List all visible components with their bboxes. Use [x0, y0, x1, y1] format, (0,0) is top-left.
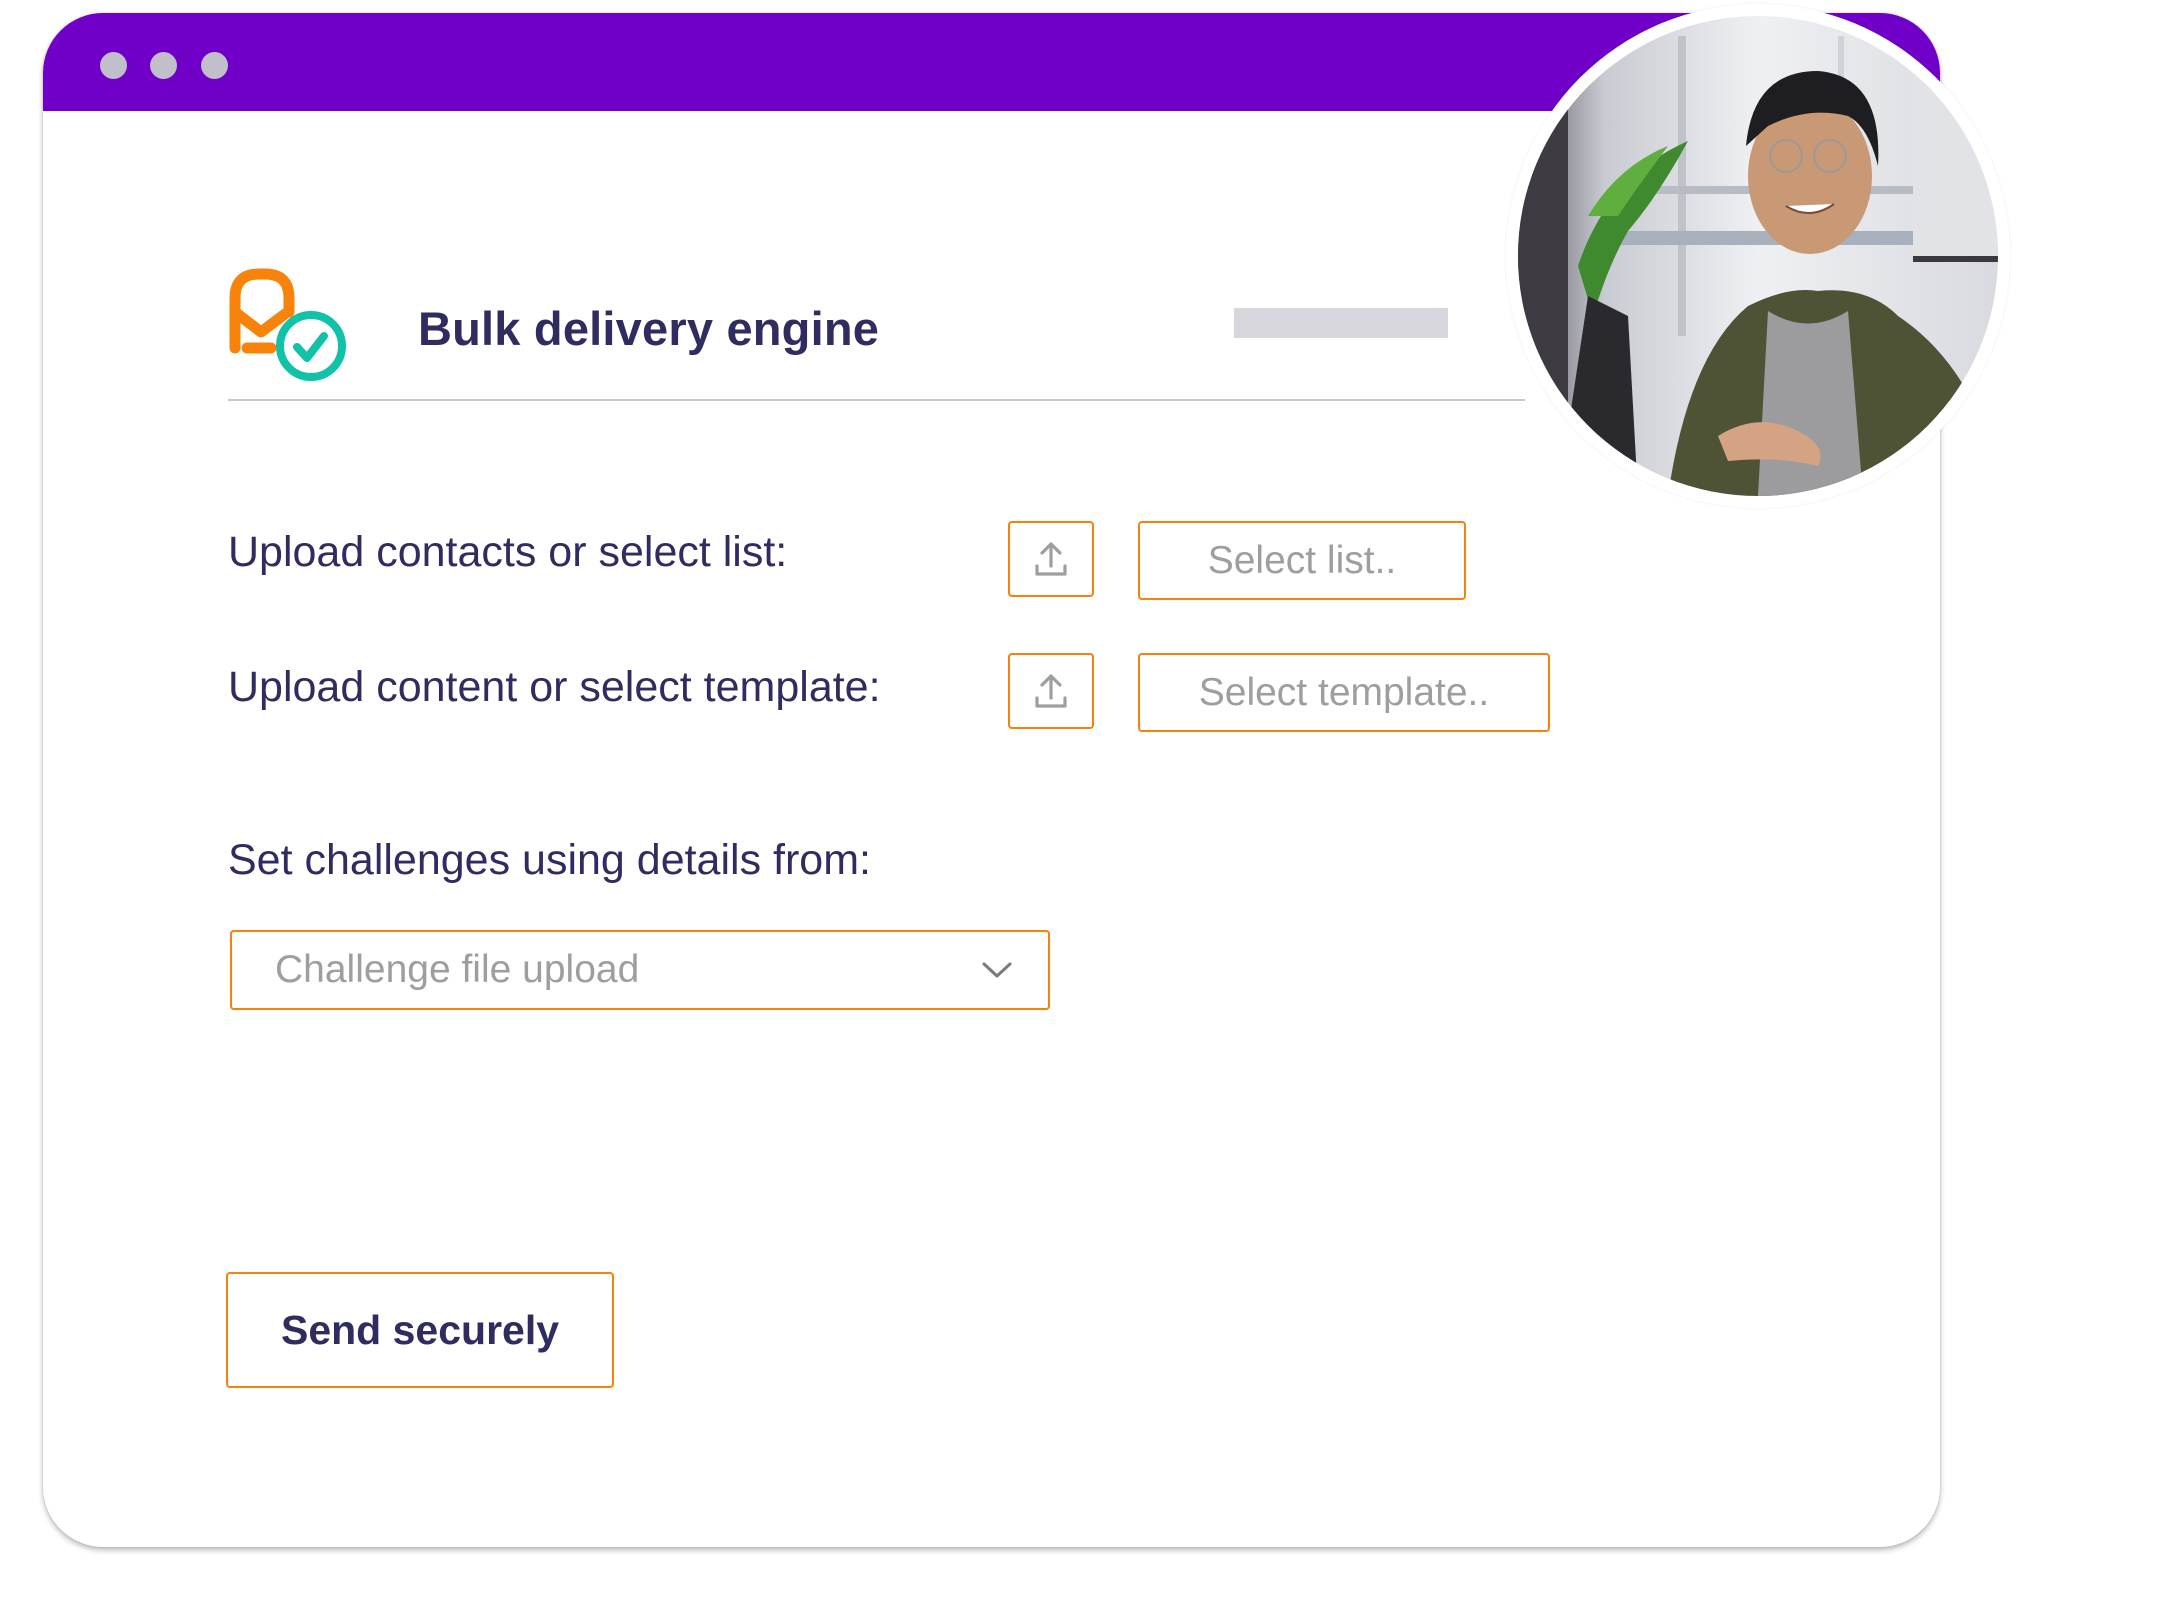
select-template-input[interactable]: Select template.. — [1138, 653, 1550, 732]
contacts-label: Upload contacts or select list: — [228, 528, 788, 576]
upload-contacts-button[interactable] — [1008, 521, 1094, 597]
header-divider — [228, 399, 1525, 401]
window-dot-icon — [201, 52, 228, 79]
content-label: Upload content or select template: — [228, 663, 881, 711]
page-title: Bulk delivery engine — [418, 302, 880, 355]
challenges-label: Set challenges using details from: — [228, 836, 871, 884]
challenges-dropdown[interactable]: Challenge file upload — [230, 930, 1050, 1010]
person-photo-icon — [1518, 16, 1998, 496]
dropdown-selected-value: Challenge file upload — [275, 948, 640, 991]
upload-content-button[interactable] — [1008, 653, 1094, 729]
placeholder-bar — [1234, 308, 1448, 338]
upload-icon — [1035, 542, 1067, 576]
send-securely-button[interactable]: Send securely — [226, 1272, 614, 1388]
user-photo — [1518, 16, 1998, 496]
window-dot-icon — [150, 52, 177, 79]
chevron-down-icon — [982, 962, 1012, 978]
window-dot-icon — [100, 52, 127, 79]
mail-check-logo-icon — [229, 268, 346, 381]
upload-icon — [1035, 674, 1067, 708]
select-list-input[interactable]: Select list.. — [1138, 521, 1466, 600]
